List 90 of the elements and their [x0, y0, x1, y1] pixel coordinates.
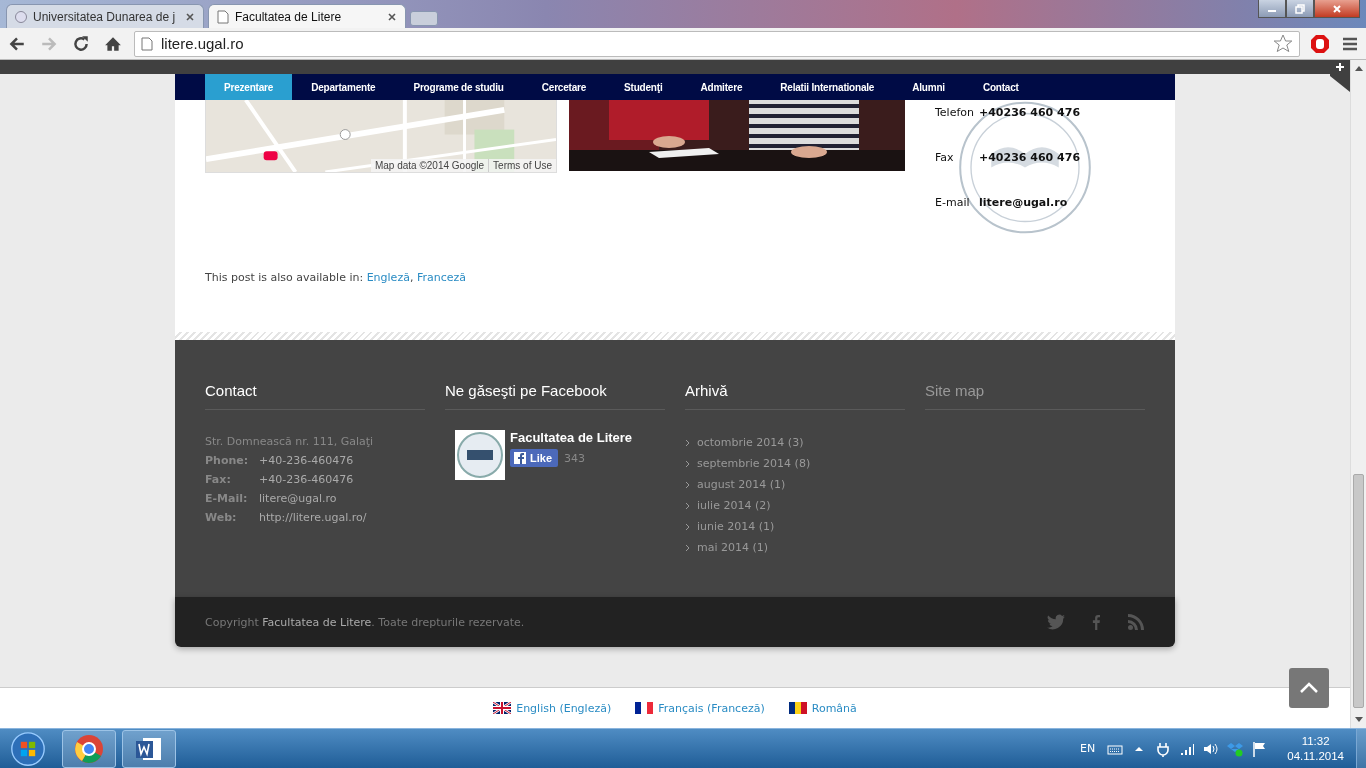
language-link[interactable]: Franceză	[416, 271, 466, 284]
like-count: 343	[564, 451, 585, 465]
column-title: Ne găseşti pe Facebook	[445, 382, 665, 410]
page-icon	[217, 9, 229, 24]
nav-item[interactable]: Relatii Internationale	[761, 74, 894, 100]
chevron-icon	[685, 522, 691, 531]
chevron-up-icon	[1299, 682, 1319, 694]
copyright-text: Copyright Facultatea de Litere. Toate drepturile rezervate.	[205, 615, 526, 629]
taskbar-app-button[interactable]	[62, 729, 116, 768]
scrollbar[interactable]	[1350, 60, 1366, 728]
contact-label: Web:	[205, 510, 238, 526]
nav-item[interactable]: Cercetare	[522, 74, 606, 100]
address-bar[interactable]: litere.ugal.ro	[134, 30, 1300, 57]
scrollbar-thumb[interactable]	[1353, 474, 1364, 708]
restore-icon	[1295, 3, 1305, 14]
flag-icon	[493, 702, 512, 714]
close-tab-icon[interactable]	[387, 11, 397, 22]
archive-link[interactable]: mai 2014 (1)	[697, 541, 769, 554]
minimize-button[interactable]	[1258, 0, 1286, 18]
contact-label: Telefon	[935, 106, 975, 119]
address-text: litere.ugal.ro	[161, 35, 245, 52]
language-link[interactable]: Română	[811, 701, 857, 715]
scroll-down-icon[interactable]	[1354, 717, 1363, 723]
nav-item[interactable]: Studenţi	[605, 74, 682, 100]
archive-link[interactable]: septembrie 2014 (8)	[697, 457, 811, 470]
flag-icon	[788, 702, 807, 714]
contact-value: +40236 460 476	[979, 151, 1081, 164]
nav-item[interactable]: Alumni	[893, 74, 964, 100]
browser-tab[interactable]: Facultatea de Litere	[208, 4, 406, 28]
contact-label: Phone:	[205, 453, 250, 469]
archive-link[interactable]: iunie 2014 (1)	[697, 520, 775, 533]
like-button[interactable]: Like	[510, 449, 558, 467]
nav-item[interactable]: Contact	[963, 74, 1038, 100]
close-icon	[1332, 3, 1342, 14]
chevron-icon	[685, 543, 691, 552]
flag-icon	[635, 702, 654, 714]
contact-label: E-mail	[935, 196, 971, 209]
bookmark-star-icon[interactable]	[1273, 33, 1293, 54]
archive-link[interactable]: august 2014 (1)	[697, 478, 786, 491]
contact-value: http://litere.ugal.ro/	[259, 510, 367, 526]
reload-icon[interactable]	[72, 34, 90, 53]
tab-title: Universitatea Dunarea de j	[33, 9, 177, 24]
browser-tab[interactable]: Universitatea Dunarea de j	[6, 4, 204, 28]
minimize-icon	[1268, 10, 1276, 12]
browser-icon	[74, 733, 104, 764]
page-icon	[141, 36, 153, 51]
language-link[interactable]: Français (Franceză)	[658, 701, 765, 715]
chevron-icon	[685, 480, 691, 489]
chevron-icon	[685, 438, 691, 447]
scroll-to-top-button[interactable]	[1289, 668, 1329, 708]
map-attribution: Map data ©2014 Google	[373, 159, 486, 172]
tab-title: Facultatea de Litere	[235, 9, 343, 24]
address-text: Str. Domnească nr. 111, Galaţi	[205, 434, 375, 450]
input-language[interactable]: EN	[1080, 742, 1096, 755]
nav-item[interactable]: Admitere	[681, 74, 762, 100]
archive-link[interactable]: iulie 2014 (2)	[697, 499, 771, 512]
archive-link[interactable]: octombrie 2014 (3)	[697, 436, 804, 449]
language-link[interactable]: English (Engleză)	[516, 701, 612, 715]
taskbar-app-button[interactable]	[122, 729, 176, 768]
nav-item[interactable]: Departamente	[292, 74, 395, 100]
contact-value: litere@ugal.ro	[979, 196, 1068, 209]
chevron-icon	[685, 501, 691, 510]
contact-value: +40-236-460476	[259, 472, 354, 488]
contact-label: E-Mail:	[205, 491, 249, 507]
chevron-icon	[685, 459, 691, 468]
facebook-icon	[514, 452, 526, 464]
contact-value: +40236 460 476	[979, 106, 1081, 119]
facebook-page-name[interactable]: Facultatea de Litere	[510, 430, 633, 445]
close-tab-icon[interactable]	[185, 11, 195, 22]
power-plug-icon[interactable]	[1155, 740, 1172, 757]
nav-item[interactable]: Programe de studiu	[394, 74, 523, 100]
column-title: Contact	[205, 382, 425, 410]
contact-value: litere@ugal.ro	[259, 491, 337, 507]
scroll-up-icon[interactable]	[1354, 65, 1363, 71]
contact-value: +40-236-460476	[259, 453, 354, 469]
contact-label: Fax	[935, 151, 955, 164]
column-title: Arhivă	[685, 382, 905, 410]
box-sync-icon[interactable]	[1227, 740, 1244, 757]
clock[interactable]: 11:32 04.11.2014	[1287, 733, 1344, 764]
flag-icon[interactable]	[1251, 740, 1268, 757]
available-languages-text: This post is also available in: Engleză, Franceză	[205, 271, 467, 284]
nav-item[interactable]: Prezentare	[205, 74, 293, 100]
column-title: Site map	[925, 382, 1145, 410]
close-button[interactable]	[1314, 0, 1360, 18]
terms-link[interactable]: Terms of Use	[488, 159, 556, 172]
crest-icon	[15, 9, 27, 24]
language-link[interactable]: Engleză	[366, 271, 410, 284]
restore-button[interactable]	[1286, 0, 1314, 18]
contact-label: Fax:	[205, 472, 232, 488]
plus-icon	[1335, 62, 1345, 72]
